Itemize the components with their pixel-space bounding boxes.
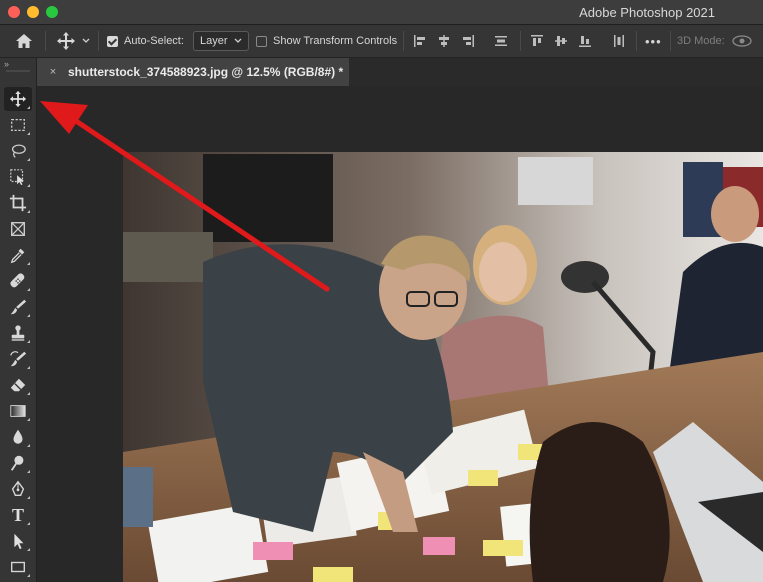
brush-tool[interactable] (4, 295, 32, 319)
move-tool[interactable] (4, 87, 32, 111)
title-bar: Adobe Photoshop 2021 (0, 0, 763, 25)
zoom-window-button[interactable] (46, 6, 58, 18)
eyedropper-icon (10, 248, 25, 264)
document-tab-bar: × shutterstock_374588923.jpg @ 12.5% (RG… (37, 58, 763, 86)
align-top-edges-icon[interactable] (530, 34, 544, 48)
close-window-button[interactable] (8, 6, 20, 18)
frame-tool[interactable] (4, 217, 32, 241)
chevron-down-icon (82, 38, 90, 43)
3d-orbit-icon[interactable] (731, 33, 753, 49)
home-button[interactable] (14, 25, 34, 57)
panel-collapse-grip[interactable]: ›› (4, 59, 9, 69)
frame-icon (11, 222, 25, 236)
dodge-icon (10, 455, 24, 471)
align-left-edges-icon[interactable] (413, 34, 427, 48)
home-icon (16, 34, 32, 48)
dodge-tool[interactable] (4, 451, 32, 475)
history-brush-tool[interactable] (4, 347, 32, 371)
pen-tool[interactable] (4, 477, 32, 501)
stamp-icon (11, 325, 25, 341)
rectangular-marquee-tool[interactable] (4, 113, 32, 137)
align-vertical-centers-icon[interactable] (554, 34, 568, 48)
chevron-down-icon (234, 38, 241, 43)
distribute-icon[interactable] (494, 34, 508, 48)
crop-icon (9, 194, 27, 212)
gradient-tool[interactable] (4, 399, 32, 423)
spot-healing-brush-tool[interactable] (4, 269, 32, 293)
eyedropper-tool[interactable] (4, 243, 32, 267)
marquee-icon (11, 118, 25, 132)
healing-icon (10, 273, 25, 288)
crop-tool[interactable] (4, 191, 32, 215)
document-tab[interactable]: × shutterstock_374588923.jpg @ 12.5% (RG… (37, 58, 350, 86)
object-selection-tool[interactable] (4, 165, 32, 189)
history-brush-icon (10, 351, 27, 367)
auto-select-label: Auto-Select: (124, 35, 184, 47)
distribute-horizontal-icon[interactable] (612, 34, 626, 48)
eraser-icon (10, 378, 26, 392)
lasso-icon (11, 144, 26, 158)
show-transform-controls-label: Show Transform Controls (273, 35, 398, 47)
type-tool[interactable]: T (4, 503, 32, 527)
object-selection-icon (10, 169, 24, 186)
align-horizontal-centers-icon[interactable] (437, 34, 451, 48)
pen-icon (11, 480, 25, 496)
brush-icon (10, 299, 27, 315)
align-bottom-edges-icon[interactable] (578, 34, 592, 48)
document-image[interactable] (123, 152, 763, 582)
rectangle-tool[interactable] (4, 555, 32, 579)
show-transform-controls-checkbox[interactable] (256, 35, 267, 47)
auto-select-checkbox[interactable] (107, 35, 118, 47)
rectangle-icon (11, 561, 25, 573)
close-document-icon[interactable]: × (46, 66, 60, 78)
options-bar: Auto-Select: Layer Show Transform Contro… (0, 25, 763, 58)
align-right-edges-icon[interactable] (461, 34, 475, 48)
window-title: Adobe Photoshop 2021 (579, 5, 715, 20)
tools-panel: ›› T (0, 58, 37, 582)
clone-stamp-tool[interactable] (4, 321, 32, 345)
move-icon (57, 32, 75, 50)
move-icon (9, 90, 27, 108)
minimize-window-button[interactable] (27, 6, 39, 18)
type-icon: T (11, 504, 24, 525)
tool-preset-picker[interactable] (56, 25, 90, 57)
more-options-button[interactable]: ••• (645, 34, 662, 49)
path-selection-tool[interactable] (4, 529, 32, 553)
auto-select-value: Layer (200, 35, 228, 47)
eraser-tool[interactable] (4, 373, 32, 397)
auto-select-dropdown[interactable]: Layer (193, 31, 249, 51)
blur-tool[interactable] (4, 425, 32, 449)
lasso-tool[interactable] (4, 139, 32, 163)
gradient-icon (10, 405, 26, 417)
document-tab-label: shutterstock_374588923.jpg @ 12.5% (RGB/… (68, 65, 344, 79)
3d-mode-label: 3D Mode: (677, 35, 725, 47)
blur-icon (13, 429, 23, 444)
office-photo (123, 152, 763, 582)
path-selection-icon (14, 533, 24, 550)
